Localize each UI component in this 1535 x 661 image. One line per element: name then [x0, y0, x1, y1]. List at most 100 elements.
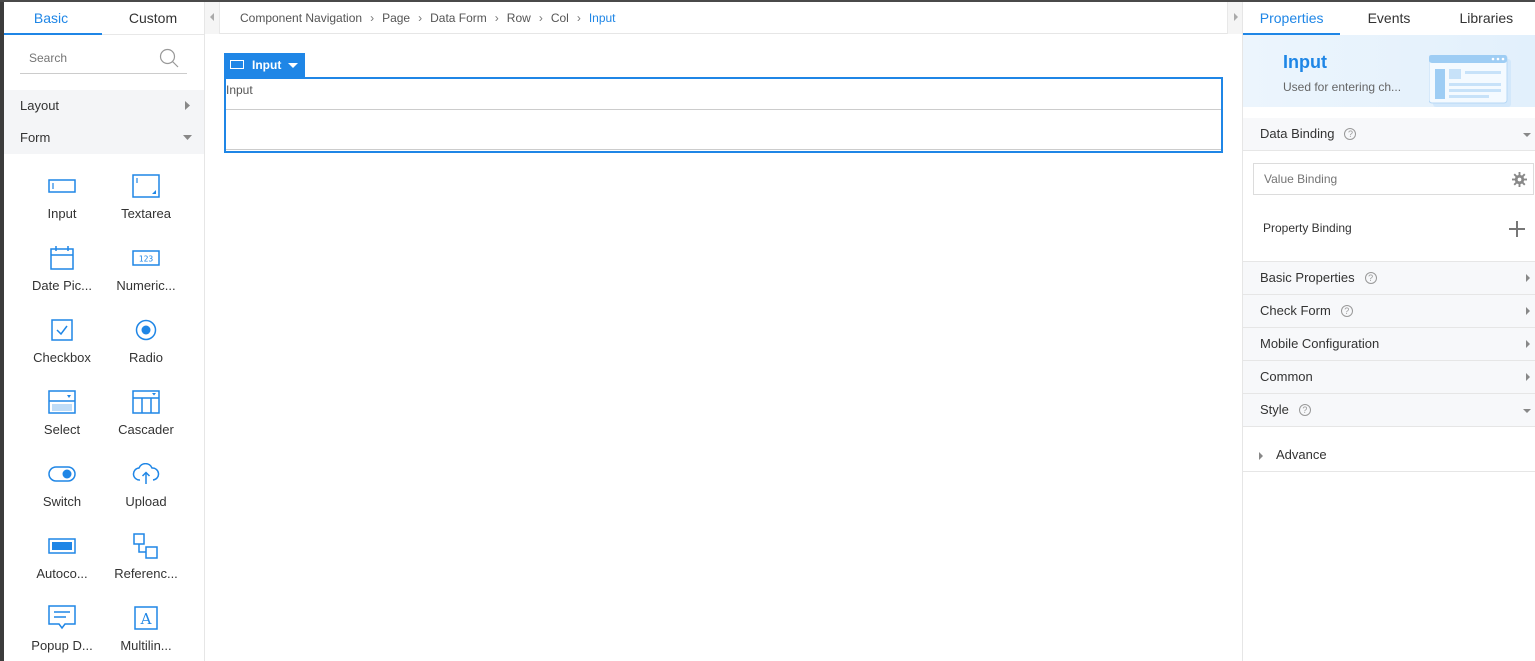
section-title: Basic Properties?	[1260, 262, 1377, 294]
component-upload[interactable]: Upload	[104, 461, 188, 509]
chevron-right-icon: ›	[538, 11, 543, 25]
section-title: Common	[1260, 369, 1313, 384]
component-input[interactable]: Input	[20, 173, 104, 221]
gear-icon[interactable]	[1512, 172, 1527, 187]
component-switch[interactable]: Switch	[20, 461, 104, 509]
component-label: Select	[43, 422, 81, 437]
section-common[interactable]: Common	[1243, 361, 1535, 394]
selected-component-name: Input	[252, 58, 282, 72]
component-autocomplete[interactable]: Autoco...	[20, 533, 104, 581]
help-icon[interactable]: ?	[1340, 305, 1353, 317]
group-form[interactable]: Form	[4, 122, 204, 154]
breadcrumb: Component Navigation › Page › Data Form › R…	[205, 2, 1242, 34]
add-property-binding-button[interactable]	[1509, 221, 1525, 237]
help-icon[interactable]: ?	[1344, 128, 1357, 140]
svg-text:A: A	[140, 610, 152, 628]
component-popup-dialog[interactable]: Popup D...	[20, 605, 104, 653]
reference-icon	[133, 533, 158, 559]
component-label: Cascader	[118, 422, 174, 437]
group-layout-label: Layout	[20, 98, 60, 113]
caret-right-icon	[1526, 307, 1530, 315]
calendar-icon	[50, 246, 74, 270]
section-data-binding[interactable]: Data Binding?	[1243, 118, 1535, 151]
value-binding-input[interactable]	[1254, 164, 1494, 194]
component-label: Date Pic...	[32, 278, 92, 293]
section-title: Mobile Configuration	[1260, 336, 1380, 351]
section-mobile-configuration[interactable]: Mobile Configuration	[1243, 328, 1535, 361]
chevron-right-icon: ›	[418, 11, 423, 25]
selected-component-tag[interactable]: Input	[224, 53, 305, 77]
checkbox-icon	[51, 319, 73, 341]
group-layout[interactable]: Layout	[4, 90, 204, 122]
input-icon	[48, 179, 76, 193]
section-basic-properties[interactable]: Basic Properties?	[1243, 262, 1535, 295]
component-label: Numeric...	[116, 278, 176, 293]
component-label: Switch	[42, 494, 82, 509]
component-radio[interactable]: Radio	[104, 317, 188, 365]
component-checkbox[interactable]: Checkbox	[20, 317, 104, 365]
component-label: Textarea	[121, 206, 171, 221]
chevron-right-icon	[1234, 13, 1238, 21]
advance-toggle[interactable]: Advance	[1243, 442, 1535, 472]
collapse-left-panel-button[interactable]	[205, 2, 220, 34]
input-icon	[230, 60, 244, 69]
tab-properties[interactable]: Properties	[1243, 2, 1341, 35]
component-label: Upload	[125, 494, 167, 509]
divider	[226, 109, 1221, 110]
component-numeric[interactable]: 123 Numeric...	[104, 245, 188, 293]
multilingual-icon: A	[134, 606, 158, 630]
breadcrumb-col[interactable]: Col	[551, 2, 569, 34]
select-icon	[48, 390, 76, 414]
cascader-icon	[132, 390, 160, 414]
caret-right-icon	[185, 101, 190, 110]
form-illustration-icon	[1429, 55, 1511, 107]
palette-search	[20, 44, 187, 74]
popup-dialog-icon	[48, 605, 76, 630]
autocomplete-icon	[48, 538, 76, 554]
component-date-picker[interactable]: Date Pic...	[20, 245, 104, 293]
tab-libraries[interactable]: Libraries	[1438, 2, 1535, 35]
section-check-form[interactable]: Check Form?	[1243, 295, 1535, 328]
caret-down-icon	[1523, 409, 1531, 413]
help-icon[interactable]: ?	[1298, 404, 1311, 416]
search-icon[interactable]	[159, 48, 179, 68]
caret-down-icon[interactable]	[288, 63, 298, 68]
caret-down-icon	[183, 135, 192, 140]
component-select[interactable]: Select	[20, 389, 104, 437]
breadcrumb-row[interactable]: Row	[507, 2, 531, 34]
component-banner: Input Used for entering ch...	[1243, 35, 1535, 107]
breadcrumb-data-form[interactable]: Data Form	[430, 2, 487, 34]
property-binding-label: Property Binding	[1263, 221, 1352, 235]
textarea-icon	[132, 174, 160, 198]
component-label: Referenc...	[114, 566, 178, 581]
breadcrumb-component-navigation[interactable]: Component Navigation	[240, 2, 362, 34]
chevron-right-icon: ›	[370, 11, 375, 25]
component-label: Radio	[129, 350, 163, 365]
breadcrumb-page[interactable]: Page	[382, 2, 410, 34]
collapse-right-panel-button[interactable]	[1227, 2, 1242, 34]
component-cascader[interactable]: Cascader	[104, 389, 188, 437]
selected-input-field[interactable]: Input	[224, 77, 1223, 153]
section-style[interactable]: Style?	[1243, 394, 1535, 427]
value-binding-field	[1253, 163, 1534, 195]
caret-right-icon	[1526, 373, 1530, 381]
component-label: Input	[47, 206, 77, 221]
tab-events[interactable]: Events	[1340, 2, 1437, 35]
caret-right-icon	[1526, 340, 1530, 348]
breadcrumb-input[interactable]: Input	[589, 2, 616, 34]
search-input[interactable]	[20, 44, 150, 72]
tab-custom[interactable]: Custom	[102, 2, 204, 34]
tab-basic[interactable]: Basic	[0, 2, 102, 35]
advance-label: Advance	[1276, 447, 1327, 462]
palette-tabs: Basic Custom	[0, 2, 204, 35]
help-icon[interactable]: ?	[1364, 272, 1377, 284]
component-textarea[interactable]: Textarea	[104, 173, 188, 221]
component-reference[interactable]: Referenc...	[104, 533, 188, 581]
switch-icon	[48, 466, 76, 482]
component-multilingual[interactable]: A Multilin...	[104, 605, 188, 653]
component-title: Input	[1283, 52, 1327, 72]
component-description: Used for entering ch...	[1283, 80, 1402, 94]
caret-right-icon	[1259, 452, 1263, 460]
divider	[226, 149, 1221, 150]
section-title: Check Form?	[1260, 295, 1353, 327]
